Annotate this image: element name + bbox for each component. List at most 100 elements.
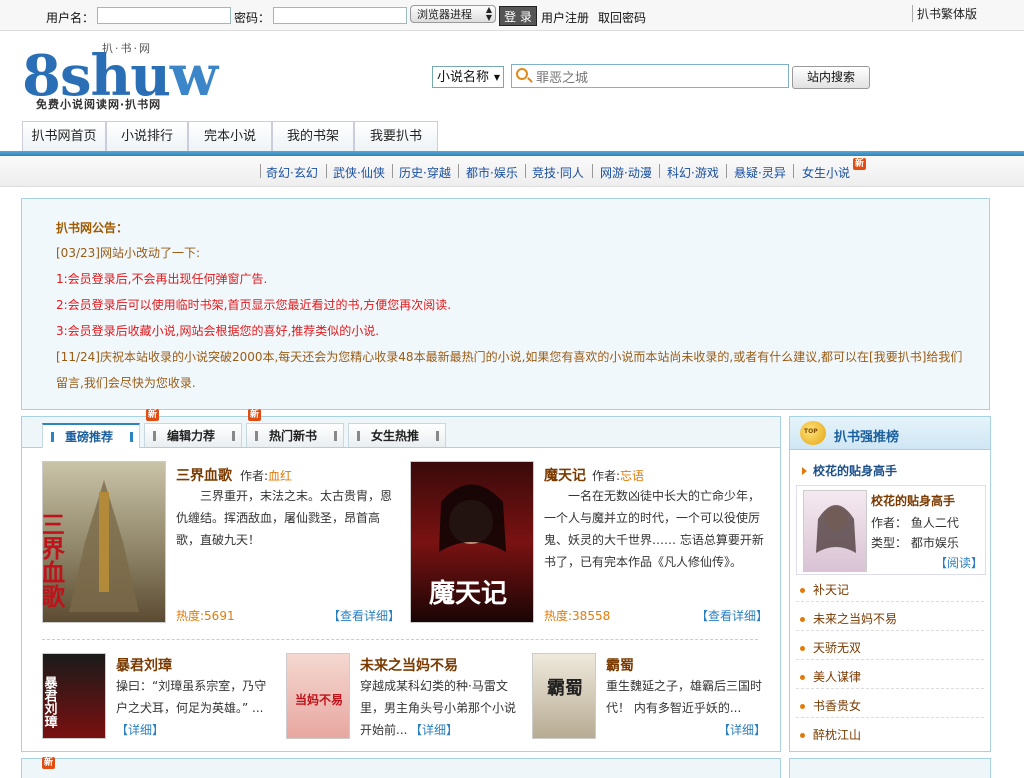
nav-request-book[interactable]: 我要扒书 bbox=[354, 121, 438, 151]
book-cover[interactable]: 暴君刘璋 bbox=[42, 653, 106, 739]
book-author: 作者:血红 bbox=[240, 467, 292, 484]
register-link[interactable]: 用户注册 bbox=[541, 9, 589, 26]
book-detail-link[interactable]: 【详细】 bbox=[718, 721, 766, 738]
book-detail-link[interactable]: 【详细】 bbox=[116, 721, 164, 738]
category-female[interactable]: 女生小说 bbox=[802, 164, 850, 181]
tab-hot-new[interactable]: 热门新书 bbox=[246, 423, 344, 447]
book-cover[interactable]: 当妈不易 bbox=[286, 653, 350, 739]
tab-featured[interactable]: 重磅推荐 bbox=[42, 423, 140, 448]
category-separator bbox=[525, 164, 526, 178]
author-name[interactable]: 忘语 bbox=[620, 469, 644, 483]
logo-tagline: 免费小说阅读网·扒书网 bbox=[36, 98, 162, 111]
book-title[interactable]: 魔天记 bbox=[544, 465, 586, 485]
tab-label: 女生热推 bbox=[371, 429, 420, 443]
featured-book: 魔天记 魔天记 作者:忘语 一名在无数凶徒中长大的亡命少年，一个人与魔并立的时代… bbox=[410, 461, 770, 631]
search-input[interactable] bbox=[534, 67, 788, 87]
category-fantasy[interactable]: 奇幻·玄幻 bbox=[266, 164, 318, 181]
rank-list-item[interactable]: 醉枕江山 bbox=[800, 726, 861, 743]
book-cover[interactable] bbox=[803, 490, 867, 572]
category-wuxia[interactable]: 武侠·仙侠 bbox=[333, 164, 385, 181]
small-book: 暴君刘璋 暴君刘璋 操曰：“刘璋虽系宗室，乃守户之犬耳，何足为英雄。” ... … bbox=[42, 653, 278, 743]
rank-list-item[interactable]: 天骄无双 bbox=[800, 639, 861, 656]
panel-title: 扒书强推榜 bbox=[834, 430, 900, 445]
list-divider bbox=[796, 688, 984, 689]
notice-line: 留言,我们会尽快为您收录. bbox=[56, 376, 196, 390]
book-title[interactable]: 霸蜀 bbox=[606, 655, 634, 675]
category-mystery[interactable]: 悬疑·灵异 bbox=[734, 164, 786, 181]
cover-title: 当妈不易 bbox=[295, 692, 343, 707]
logo-text-b: w bbox=[169, 43, 218, 109]
notice-line: 1:会员登录后,不会再出现任何弹窗广告. bbox=[56, 272, 268, 286]
tab-marker bbox=[436, 431, 439, 441]
category-separator bbox=[392, 164, 393, 178]
tab-marker bbox=[130, 432, 133, 442]
top-login-bar: 用户名： 密码： 浏览器进程 ▲ ▼ 登 录 用户注册 取回密码 扒书繁体版 bbox=[0, 0, 1024, 31]
category-separator bbox=[326, 164, 327, 178]
password-label: 密码： bbox=[234, 11, 271, 25]
nav-bookshelf[interactable]: 我的书架 bbox=[272, 121, 354, 151]
book-cover[interactable]: 霸蜀 bbox=[532, 653, 596, 739]
category-separator bbox=[659, 164, 660, 178]
select-arrows-icon: ▲ ▼ bbox=[485, 5, 492, 22]
rank-list-item[interactable]: 书香贵女 bbox=[800, 697, 861, 714]
login-expire-select[interactable]: 浏览器进程 ▲ ▼ bbox=[410, 5, 496, 23]
dropdown-arrow-icon: ▼ bbox=[493, 73, 500, 82]
small-book: 霸蜀 霸蜀 重生魏延之子，雄霸后三国时代！ 内有多智近乎妖的... 【详细】 bbox=[532, 653, 768, 743]
category-game-anime[interactable]: 网游·动漫 bbox=[600, 164, 652, 181]
search-type-select[interactable]: 小说名称 ▼ bbox=[432, 66, 504, 88]
read-link[interactable]: 【阅读】 bbox=[935, 554, 983, 571]
category-sports[interactable]: 竞技·同人 bbox=[532, 164, 584, 181]
notice-line: 2:会员登录后可以使用临时书架,首页显示您最近看过的书,方便您再次阅读. bbox=[56, 298, 452, 312]
new-badge: 新 bbox=[42, 757, 56, 769]
book-description: 操曰：“刘璋虽系宗室，乃守户之犬耳，何足为英雄。” ... bbox=[116, 679, 267, 715]
book-title[interactable]: 三界血歌 bbox=[176, 465, 232, 485]
book-detail-link[interactable]: 【详细】 bbox=[410, 721, 458, 738]
top-pick-card: 校花的贴身高手 作者： 鱼人二代 类型： 都市娱乐 【阅读】 bbox=[796, 485, 986, 575]
password-input[interactable] bbox=[273, 7, 407, 24]
book-author: 作者： 鱼人二代 bbox=[871, 516, 959, 530]
login-button[interactable]: 登 录 bbox=[499, 6, 537, 26]
nav-completed[interactable]: 完本小说 bbox=[188, 121, 272, 151]
book-cover[interactable]: 魔天记 bbox=[410, 461, 534, 623]
book-title[interactable]: 校花的贴身高手 bbox=[871, 492, 955, 509]
book-cover-art: 当妈不易 bbox=[295, 692, 343, 707]
nav-ranking[interactable]: 小说排行 bbox=[106, 121, 188, 151]
nav-home[interactable]: 扒书网首页 bbox=[22, 121, 106, 151]
author-label: 作者: bbox=[592, 469, 621, 483]
book-title[interactable]: 暴君刘璋 bbox=[116, 655, 172, 675]
rank-list-item[interactable]: 美人谋律 bbox=[800, 668, 861, 685]
site-search-button[interactable]: 站内搜索 bbox=[792, 66, 870, 89]
book-description: 重生魏延之子，雄霸后三国时代！ 内有多智近乎妖的... bbox=[606, 679, 763, 715]
search-type-value: 小说名称 bbox=[437, 70, 490, 85]
book-title[interactable]: 未来之当妈不易 bbox=[360, 655, 458, 675]
next-section-panel: 新 bbox=[21, 757, 781, 778]
tab-marker bbox=[232, 431, 235, 441]
category-urban[interactable]: 都市·娱乐 bbox=[466, 164, 518, 181]
author-name[interactable]: 血红 bbox=[268, 469, 292, 483]
tab-label: 热门新书 bbox=[269, 429, 318, 443]
username-input[interactable] bbox=[97, 7, 231, 24]
category-scifi[interactable]: 科幻·游戏 bbox=[667, 164, 719, 181]
book-heat: 热度:38558 bbox=[544, 609, 611, 623]
cover-title: 三界血歌 bbox=[43, 512, 66, 609]
book-detail-link[interactable]: 【查看详细】 bbox=[328, 607, 400, 624]
site-logo[interactable]: 扒·书·网 8shuw 免费小说阅读网·扒书网 bbox=[22, 38, 218, 114]
traditional-version-link[interactable]: 扒书繁体版 bbox=[912, 5, 977, 22]
recover-password-link[interactable]: 取回密码 bbox=[598, 9, 646, 26]
strong-recommend-panel: 扒书强推榜 校花的贴身高手 校花的贴身高手 作者： 鱼人二代 类型： 都市娱乐 … bbox=[789, 416, 991, 752]
category-history[interactable]: 历史·穿越 bbox=[399, 164, 451, 181]
tab-editor-picks[interactable]: 编辑力荐 bbox=[144, 423, 242, 447]
notice-line: 3:会员登录后收藏小说,网站会根据您的喜好,推荐类似的小说. bbox=[56, 324, 380, 338]
rank-list-item[interactable]: 未来之当妈不易 bbox=[800, 610, 897, 627]
list-divider bbox=[796, 630, 984, 631]
tab-label: 重磅推荐 bbox=[65, 430, 114, 444]
username-label: 用户名： bbox=[46, 11, 95, 25]
top-pick-link[interactable]: 校花的贴身高手 bbox=[802, 462, 897, 479]
tab-female-hot[interactable]: 女生热推 bbox=[348, 423, 446, 447]
new-badge: 新 bbox=[146, 409, 160, 421]
book-cover-art bbox=[816, 505, 856, 553]
book-cover-art: 魔天记 bbox=[429, 484, 507, 609]
rank-list-item[interactable]: 补天记 bbox=[800, 581, 849, 598]
book-detail-link[interactable]: 【查看详细】 bbox=[696, 607, 768, 624]
book-cover[interactable]: 三界血歌 bbox=[42, 461, 166, 623]
